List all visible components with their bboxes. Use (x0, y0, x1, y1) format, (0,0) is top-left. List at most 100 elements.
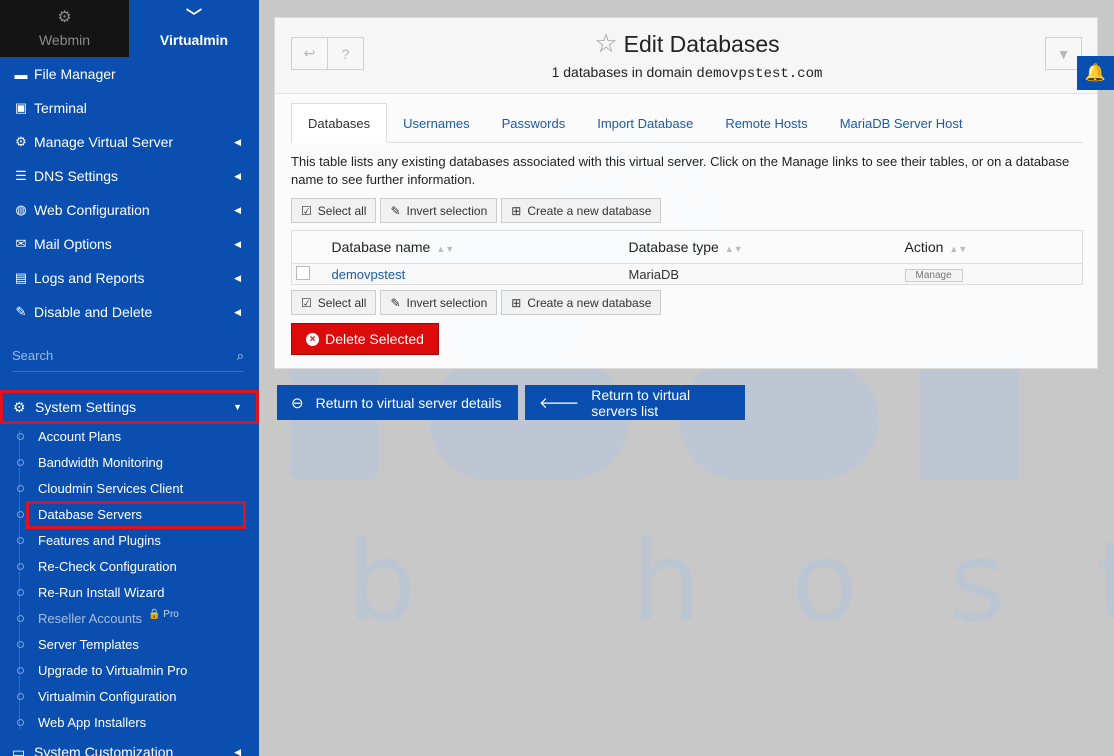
database-name-cell: demovpstest (331, 263, 629, 285)
tab-import-database[interactable]: Import Database (581, 103, 709, 143)
server-icon: ☰ (15, 168, 27, 183)
button-label: Invert selection (406, 295, 488, 310)
pro-lock-badge: 🔒 Pro (148, 609, 179, 620)
row-checkbox[interactable] (296, 265, 310, 280)
return-to-server-details-button[interactable]: ⊖ Return to virtual server details (277, 385, 518, 420)
webmin-tab[interactable]: ⚙ Webmin (0, 0, 129, 57)
tab-databases[interactable]: Databases (291, 103, 388, 143)
database-name-link[interactable]: demovpstest (332, 267, 406, 282)
sidebar-item-mail-options[interactable]: ✉ Mail Options ◀ (0, 227, 259, 261)
submenu-item-features-and-plugins[interactable]: Features and Plugins (0, 527, 259, 553)
caret-left-icon: ◀ (234, 136, 241, 147)
submenu-label: Bandwidth Monitoring (38, 454, 164, 470)
submenu-item-cloudmin-services-client[interactable]: Cloudmin Services Client (0, 475, 259, 501)
gear-icon: ⚙ (13, 398, 26, 415)
submenu-label: Upgrade to Virtualmin Pro (38, 662, 188, 678)
tab-mariadb-server-host[interactable]: MariaDB Server Host (824, 103, 979, 143)
select-all-button[interactable]: ☑ Select all (291, 198, 377, 223)
submenu-label: Server Templates (38, 636, 139, 652)
button-label: Select all (317, 295, 367, 310)
notifications-bell-button[interactable]: 🔔 (1077, 56, 1114, 90)
submenu-label: Web App Installers (38, 714, 147, 730)
sidebar-item-label: Web Configuration (34, 202, 150, 218)
header-label: Database name (331, 239, 431, 255)
header-label: Action (904, 239, 944, 255)
invert-selection-button[interactable]: ✎ Invert selection (380, 198, 498, 223)
caret-left-icon: ◀ (234, 272, 241, 283)
submenu-item-re-check-configuration[interactable]: Re-Check Configuration (0, 553, 259, 579)
database-type-cell: MariaDB (628, 263, 905, 285)
terminal-icon: ▣ (14, 100, 28, 115)
submenu-item-upgrade-to-virtualmin-pro[interactable]: Upgrade to Virtualmin Pro (0, 657, 259, 683)
caret-left-icon: ◀ (234, 746, 241, 756)
bottom-action-row: ☑ Select all ✎ Invert selection ⊞ Create a … (291, 290, 665, 315)
check-square-icon: ☑ (301, 203, 312, 218)
create-database-button[interactable]: ⊞ Create a new database (501, 290, 662, 315)
plus-square-icon: ⊞ (511, 295, 522, 310)
tab-passwords[interactable]: Passwords (486, 103, 582, 143)
action-cell: Manage (904, 263, 1083, 285)
sidebar: ⚙ Webmin ﹀ Virtualmin ▬ File Manager ▣ T… (0, 0, 259, 756)
virtualmin-label: Virtualmin (159, 31, 229, 48)
submenu-item-bandwidth-monitoring[interactable]: Bandwidth Monitoring (0, 449, 259, 475)
sort-icon: ▲▼ (436, 244, 455, 254)
sidebar-item-file-manager[interactable]: ▬ File Manager (0, 57, 259, 91)
domain-name: demovpstest.com (696, 66, 823, 82)
sidebar-item-system-customization[interactable]: ▭ System Customization ◀ (0, 740, 259, 756)
column-header-database-name[interactable]: Database name ▲▼ (331, 230, 629, 264)
sidebar-item-web-configuration[interactable]: ◍ Web Configuration ◀ (0, 193, 259, 227)
button-label: Create a new database (527, 203, 652, 218)
description-text: This table lists any existing databases … (291, 154, 1070, 187)
column-header-database-type[interactable]: Database type ▲▼ (628, 230, 905, 264)
caret-left-icon: ◀ (234, 170, 241, 181)
submenu-label: Cloudmin Services Client (38, 480, 184, 496)
times-circle-icon: × (306, 332, 320, 346)
sidebar-item-label: Terminal (34, 100, 87, 116)
return-to-servers-list-button[interactable]: 🡐 Return to virtual servers list (525, 385, 745, 420)
edit-icon: ✎ (390, 203, 401, 218)
sidebar-item-label: System Settings (35, 399, 137, 415)
star-icon[interactable]: ☆ (594, 28, 617, 58)
button-label: Return to virtual server details (315, 394, 502, 411)
submenu-item-server-templates[interactable]: Server Templates (0, 631, 259, 657)
submenu-label: Re-Run Install Wizard (38, 584, 165, 600)
invert-selection-button[interactable]: ✎ Invert selection (380, 290, 498, 315)
tab-remote-hosts[interactable]: Remote Hosts (709, 103, 823, 143)
sidebar-item-dns-settings[interactable]: ☰ DNS Settings ◀ (0, 159, 259, 193)
sidebar-item-terminal[interactable]: ▣ Terminal (0, 91, 259, 125)
desktop-icon: ▭ (12, 743, 26, 756)
caret-left-icon: ◀ (234, 238, 241, 249)
sidebar-item-label: Mail Options (34, 236, 112, 252)
virtualmin-tab[interactable]: ﹀ Virtualmin (129, 0, 259, 57)
envelope-icon: ✉ (15, 236, 27, 251)
tab-usernames[interactable]: Usernames (387, 103, 485, 143)
product-switcher: ⚙ Webmin ﹀ Virtualmin (0, 0, 259, 57)
create-database-button[interactable]: ⊞ Create a new database (501, 198, 662, 223)
select-all-button[interactable]: ☑ Select all (291, 290, 377, 315)
submenu-item-account-plans[interactable]: Account Plans (0, 423, 259, 449)
page-subtitle: 1 databases in domain demovpstest.com (275, 64, 1099, 82)
check-square-icon: ☑ (301, 295, 312, 310)
sidebar-item-disable-and-delete[interactable]: ✎ Disable and Delete ◀ (0, 295, 259, 329)
submenu-item-reseller-accounts[interactable]: Reseller Accounts 🔒 Pro (0, 605, 259, 631)
pro-label: Pro (163, 608, 179, 620)
webmin-logo-icon: ⚙ (57, 8, 72, 26)
database-servers-highlight (26, 501, 246, 529)
submenu-label: Virtualmin Configuration (38, 688, 177, 704)
submenu-item-virtualmin-configuration[interactable]: Virtualmin Configuration (0, 683, 259, 709)
sidebar-item-system-settings[interactable]: ⚙ System Settings ▼ (0, 390, 259, 424)
submenu-item-web-app-installers[interactable]: Web App Installers (0, 709, 259, 735)
search-input[interactable] (12, 348, 237, 363)
caret-down-icon: ▼ (233, 402, 242, 412)
sort-icon: ▲▼ (724, 244, 743, 254)
column-header-action[interactable]: Action ▲▼ (904, 230, 1083, 264)
edit-databases-panel: ↩ ? ☆ Edit Databases 1 databases in domai… (274, 17, 1098, 369)
sidebar-item-manage-virtual-server[interactable]: ⚙ Manage Virtual Server ◀ (0, 125, 259, 159)
submenu-item-re-run-install-wizard[interactable]: Re-Run Install Wizard (0, 579, 259, 605)
submenu-label: Account Plans (38, 428, 122, 444)
delete-selected-button[interactable]: × Delete Selected (291, 323, 439, 355)
manage-button[interactable]: Manage (904, 269, 963, 282)
search-icon[interactable]: ⌕ (237, 348, 244, 364)
plus-square-icon: ⊞ (511, 203, 522, 218)
sidebar-item-logs-and-reports[interactable]: ▤ Logs and Reports ◀ (0, 261, 259, 295)
